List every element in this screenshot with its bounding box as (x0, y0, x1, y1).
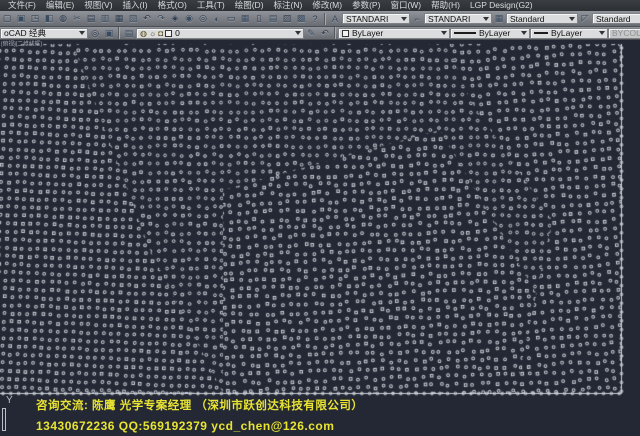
chevron-down-icon (295, 31, 301, 35)
menu-item[interactable]: 标注(N) (269, 0, 308, 11)
standard-toolbar-icons: ▢▣◳◧◍✂▤▥▦▧↶↷◈◉◎◐▭▦▯▤▨▩? (0, 12, 322, 25)
layer-previous-icon[interactable]: ↶ (318, 27, 332, 40)
toolbar-separator (334, 27, 336, 39)
color-swatch (342, 30, 349, 37)
undo-icon[interactable]: ↶ (140, 12, 154, 25)
workspace-settings-icon[interactable]: ◎ (88, 27, 102, 40)
menu-item[interactable]: 窗口(W) (385, 0, 426, 11)
dim-style-combo[interactable]: STANDARI (424, 13, 492, 24)
menu-item[interactable]: LGP Design(G2) (465, 0, 538, 11)
text-style-value: STANDARI (346, 14, 388, 24)
menu-item[interactable]: 修改(M) (307, 0, 347, 11)
workspace-save-icon[interactable]: ▣ (102, 27, 116, 40)
workspace-combo[interactable]: oCAD 经典 (0, 28, 88, 39)
linetype-value: ByLayer (479, 28, 510, 38)
lineweight-combo[interactable]: ByLayer (530, 28, 608, 39)
toolbar-separator (118, 27, 120, 39)
layer-properties-manager-icon[interactable]: ▤ (122, 27, 136, 40)
menu-item[interactable]: 文件(F) (3, 0, 41, 11)
ucs-icon: Y (2, 395, 18, 431)
layer-on-icon: ◍ (140, 29, 147, 38)
markup-icon[interactable]: ▨ (280, 12, 294, 25)
text-style-icon[interactable]: A (328, 12, 342, 25)
lineweight-sample (534, 32, 548, 34)
linetype-sample (454, 32, 476, 34)
color-combo[interactable]: ByLayer (338, 28, 450, 39)
autocad-window: 文件(F)编辑(E)视图(V)插入(I)格式(O)工具(T)绘图(D)标注(N)… (0, 0, 640, 436)
menu-item[interactable]: 编辑(E) (41, 0, 79, 11)
zoom-previous-icon[interactable]: ◐ (210, 12, 224, 25)
chevron-down-icon (483, 17, 489, 21)
layer-combo[interactable]: ◍☼◘ 0 (136, 28, 304, 39)
plot-style-combo: BYCOLOR (608, 28, 640, 39)
contact-line2: 13430672236 QQ:569192379 ycd_chen@126.co… (36, 416, 626, 436)
help-icon[interactable]: ? (308, 12, 322, 25)
match-properties-icon[interactable]: ▧ (126, 12, 140, 25)
contact-overlay: 咨询交流: 陈鹰 光学专案经理 （深圳市跃创达科技有限公司） 134306722… (36, 396, 626, 436)
lineweight-value: ByLayer (551, 28, 582, 38)
properties-palette-icon[interactable]: ▭ (224, 12, 238, 25)
save-icon[interactable]: ▣ (14, 12, 28, 25)
publish-icon[interactable]: ◍ (56, 12, 70, 25)
quickcalc-icon[interactable]: ▩ (294, 12, 308, 25)
menu-item[interactable]: 工具(T) (192, 0, 230, 11)
contact-line1: 咨询交流: 陈鹰 光学专案经理 （深圳市跃创达科技有限公司） (36, 396, 626, 416)
paste-icon[interactable]: ▥ (98, 12, 112, 25)
menu-item[interactable]: 视图(V) (79, 0, 117, 11)
menu-item[interactable]: 绘图(D) (230, 0, 269, 11)
ucs-y-label: Y (2, 395, 18, 406)
chevron-down-icon (569, 17, 575, 21)
sheetset-manager-icon[interactable]: ▤ (266, 12, 280, 25)
designcenter-icon[interactable]: ▦ (238, 12, 252, 25)
paste-block-icon[interactable]: ▦ (112, 12, 126, 25)
chevron-down-icon (521, 31, 527, 35)
chevron-down-icon (441, 31, 447, 35)
chevron-down-icon (401, 17, 407, 21)
qnew-icon[interactable]: ▢ (0, 12, 14, 25)
text-style-combo[interactable]: STANDARI (342, 13, 410, 24)
dim-style-icon[interactable]: ⌐ (410, 12, 424, 25)
dim-style-value: STANDARI (428, 14, 470, 24)
plot-icon[interactable]: ◳ (28, 12, 42, 25)
table-style-value: Standard (510, 14, 545, 24)
toolbar-separator (324, 13, 326, 25)
layer-color-swatch (165, 30, 172, 37)
plot-preview-icon[interactable]: ◧ (42, 12, 56, 25)
menu-item[interactable]: 插入(I) (118, 0, 153, 11)
chevron-down-icon (79, 31, 85, 35)
viewport-controls[interactable]: [俯视][二维线框] (1, 41, 42, 47)
zoom-window-icon[interactable]: ◎ (196, 12, 210, 25)
drawing-canvas[interactable] (0, 40, 640, 436)
cut-icon[interactable]: ✂ (70, 12, 84, 25)
layer-name-value: 0 (175, 28, 180, 38)
plot-style-value: BYCOLOR (612, 28, 640, 38)
layer-state-icons: ◍☼◘ (140, 29, 165, 38)
drawing-area[interactable]: [俯视][二维线框] Y 咨询交流: 陈鹰 光学专案经理 （深圳市跃创达科技有限… (0, 40, 640, 436)
linetype-combo[interactable]: ByLayer (450, 28, 530, 39)
layer-freeze-icon: ☼ (149, 29, 156, 38)
mleader-style-value: Standard (596, 14, 631, 24)
mleader-style-icon[interactable]: ◸ (578, 12, 592, 25)
ucs-y-axis (2, 408, 6, 431)
zoom-realtime-icon[interactable]: ◉ (182, 12, 196, 25)
make-object-layer-current-icon[interactable]: ✎ (304, 27, 318, 40)
menu-bar: 文件(F)编辑(E)视图(V)插入(I)格式(O)工具(T)绘图(D)标注(N)… (0, 0, 640, 11)
properties-toolbar: oCAD 经典 ◎ ▣ ▤ ◍☼◘ 0 ✎ ↶ ByLayer (0, 27, 640, 40)
menu-item[interactable]: 帮助(H) (426, 0, 465, 11)
chevron-down-icon (599, 31, 605, 35)
standard-toolbar: ▢▣◳◧◍✂▤▥▦▧↶↷◈◉◎◐▭▦▯▤▨▩? A STANDARI ⌐ STA… (0, 11, 640, 27)
menu-item[interactable]: 格式(O) (153, 0, 192, 11)
workspace-value: oCAD 经典 (4, 28, 46, 39)
pan-icon[interactable]: ◈ (168, 12, 182, 25)
color-value: ByLayer (352, 28, 383, 38)
layer-lock-icon: ◘ (158, 29, 163, 38)
menu-item[interactable]: 参数(P) (347, 0, 385, 11)
copy-icon[interactable]: ▤ (84, 12, 98, 25)
redo-icon[interactable]: ↷ (154, 12, 168, 25)
table-style-icon[interactable]: ▦ (492, 12, 506, 25)
tool-palettes-icon[interactable]: ▯ (252, 12, 266, 25)
table-style-combo[interactable]: Standard (506, 13, 578, 24)
mleader-style-combo[interactable]: Standard (592, 13, 640, 24)
